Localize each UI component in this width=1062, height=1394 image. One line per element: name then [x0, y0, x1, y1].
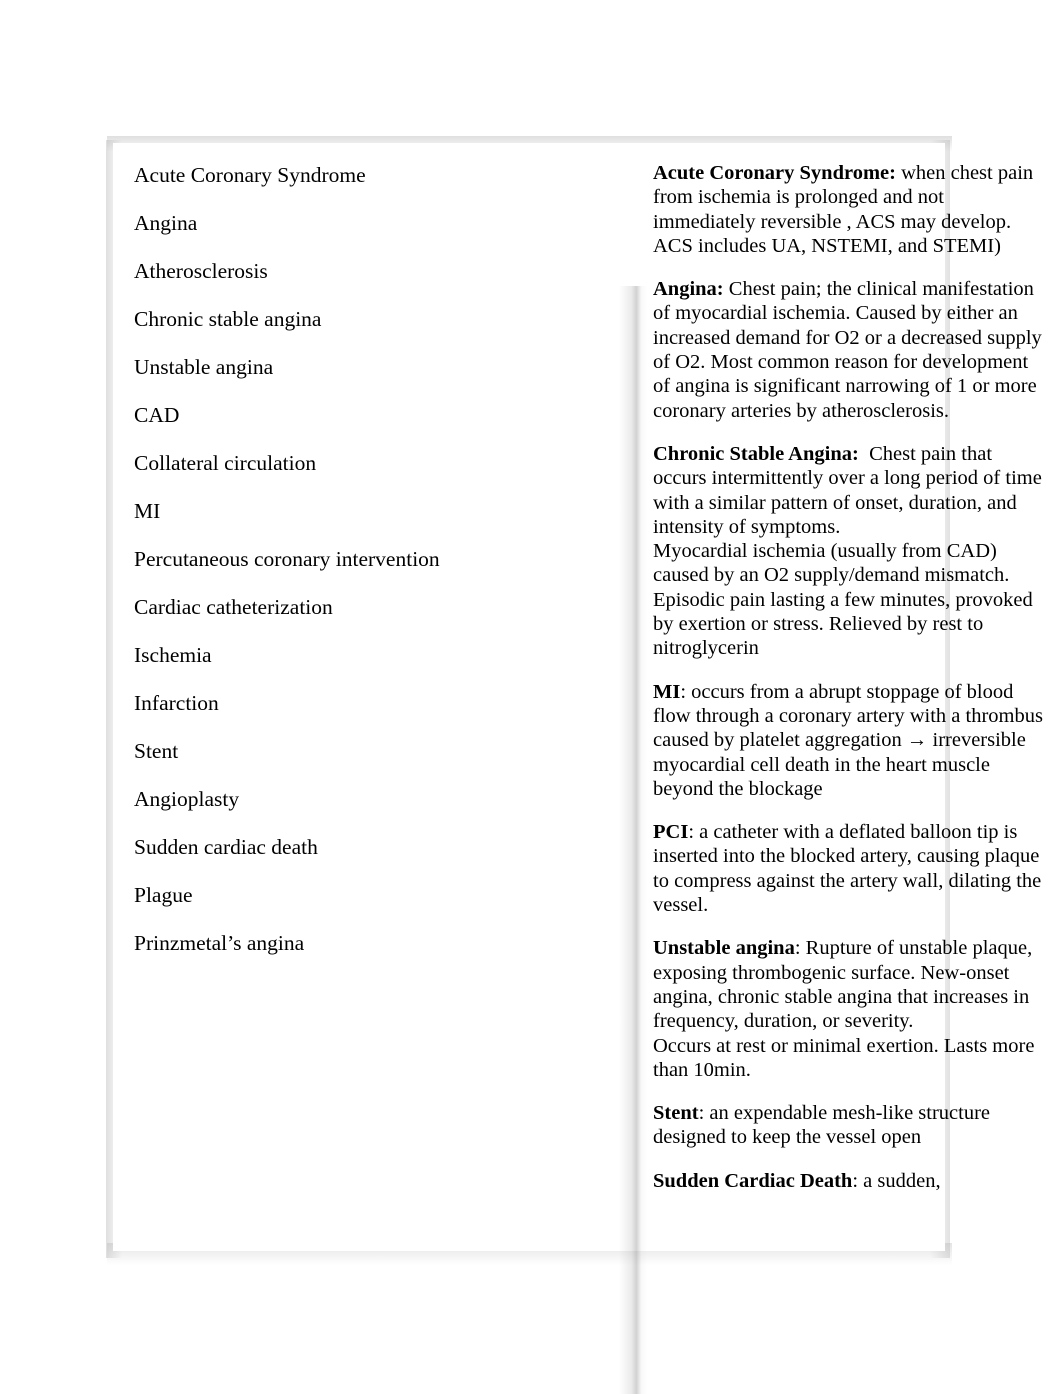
definition-term: Sudden Cardiac Death [653, 1169, 853, 1192]
definition-term: Acute Coronary Syndrome: [653, 162, 896, 184]
definition-body: Chest pain that occurs intermittently ov… [653, 442, 1042, 660]
definition-entry: Unstable angina: Rupture of unstable pla… [653, 936, 1047, 1082]
column-divider [619, 286, 647, 1394]
definition-entry: Angina: Chest pain; the clinical manifes… [653, 277, 1047, 423]
term-item: MI [134, 499, 161, 523]
term-item: Chronic stable angina [134, 307, 322, 331]
definitions-column: Acute Coronary Syndrome: when chest pain… [647, 143, 1043, 1251]
definition-term: Stent [653, 1102, 699, 1125]
term-item: Collateral circulation [134, 451, 317, 475]
term-item: Stent [134, 739, 179, 763]
definition-entry: PCI: a catheter with a deflated balloon … [653, 820, 1047, 917]
definition-term: Angina: [653, 278, 724, 301]
term-item: Plague [134, 883, 193, 907]
term-item: Cardiac catheterization [134, 595, 333, 619]
term-item: Prinzmetal’s angina [134, 931, 305, 955]
definition-entry: Chronic Stable Angina: Chest pain that o… [653, 442, 1047, 661]
definition-body: : occurs from a abrupt stoppage of blood… [653, 680, 1049, 800]
term-item: CAD [134, 403, 180, 427]
term-item: Angioplasty [134, 787, 240, 811]
definition-term: Unstable angina [653, 937, 795, 960]
term-item: Atherosclerosis [134, 259, 268, 283]
term-item: Angina [134, 211, 198, 235]
definition-entry: MI: occurs from a abrupt stoppage of blo… [653, 680, 1047, 801]
definition-body: : an expendable mesh-like structure desi… [653, 1102, 996, 1149]
terms-definitions-table: Acute Coronary Syndrome Angina Atheroscl… [113, 143, 1043, 1394]
term-item: Sudden cardiac death [134, 835, 318, 859]
term-item: Percutaneous coronary intervention [134, 547, 440, 571]
definition-entry: Sudden Cardiac Death: a sudden, [653, 1169, 1047, 1193]
document-page: Acute Coronary Syndrome Angina Atheroscl… [0, 0, 1062, 1394]
definition-body: : a catheter with a deflated balloon tip… [653, 821, 1047, 917]
definition-entry: Acute Coronary Syndrome: when chest pain… [653, 161, 1047, 258]
term-item: Acute Coronary Syndrome [134, 163, 366, 187]
definition-entry: Stent: an expendable mesh-like structure… [653, 1101, 1047, 1150]
term-item: Unstable angina [134, 355, 274, 379]
definition-term: Chronic Stable Angina: [653, 442, 859, 465]
terms-column: Acute Coronary Syndrome Angina Atheroscl… [113, 143, 619, 1251]
term-item: Ischemia [134, 643, 212, 667]
definition-term: MI [653, 680, 681, 703]
definition-term: PCI [653, 821, 689, 844]
definition-body: : a sudden, [852, 1169, 941, 1192]
term-item: Infarction [134, 691, 219, 715]
